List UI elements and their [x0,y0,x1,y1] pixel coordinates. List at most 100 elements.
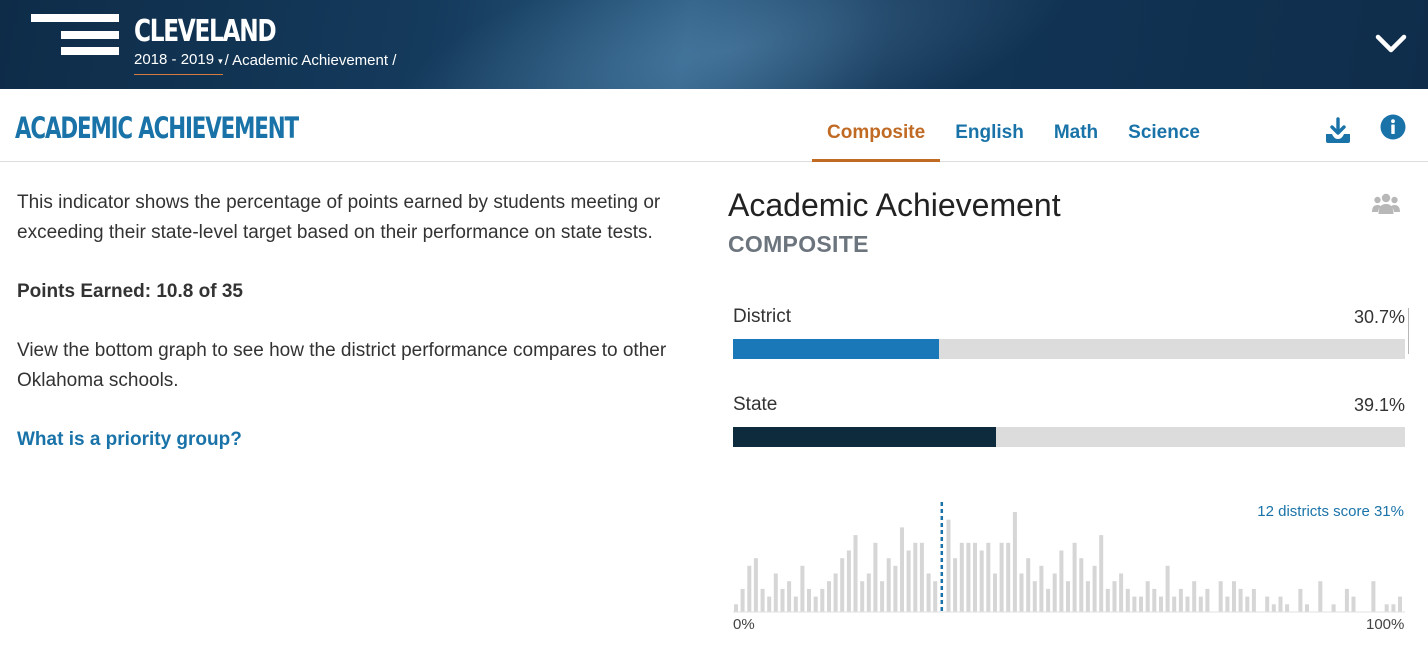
histogram-bar [813,596,818,612]
histogram-bar [919,542,924,612]
state-label: State [733,394,778,415]
histogram-bar [1265,596,1270,612]
year-selector[interactable]: 2018 - 2019 ▾ [134,51,223,75]
histogram-bar [760,588,765,612]
scrollbar-line [1408,308,1409,354]
histogram-bar [1384,604,1389,612]
histogram-bar [860,581,865,612]
histogram-bar [1225,596,1230,612]
histogram-bar [1139,596,1143,612]
histogram-bar [1344,588,1349,612]
histogram-bar [820,588,825,612]
histogram-bar [1052,573,1057,612]
histogram-bar [1178,588,1183,612]
histogram-bar [1026,558,1031,612]
histogram-bar [1331,604,1336,612]
histogram-bar [1066,581,1070,612]
tab-science[interactable]: Science [1113,89,1215,162]
histogram-bar [1232,581,1236,612]
histogram-bar [1398,596,1402,612]
page-title: ACADEMIC ACHIEVEMENT [15,111,299,145]
histogram-bar [740,588,745,612]
histogram-bar [1019,573,1024,612]
histogram-bar [1105,588,1110,612]
histogram-bar [1172,596,1177,612]
histogram-bar [953,558,958,612]
histogram-bar [1371,581,1376,612]
histogram-bar [1132,596,1137,612]
histogram-bar [1271,604,1276,612]
histogram-bar [1046,588,1051,612]
indicator-description: This indicator shows the percentage of p… [17,188,707,484]
histogram-bar [946,519,951,612]
breadcrumb: 2018 - 2019 ▾ / Academic Achievement / [134,51,396,75]
district-bar-track [733,339,1405,359]
histogram-bar [979,550,984,612]
breadcrumb-path[interactable]: / Academic Achievement / [225,52,397,75]
histogram-bar [1305,604,1309,612]
hamburger-logo-icon[interactable] [31,14,121,56]
axis-label-min: 0% [733,616,755,633]
state-bar-fill [733,427,996,447]
description-intro: This indicator shows the percentage of p… [17,192,661,243]
histogram-bar [900,527,904,612]
axis-label-max: 100% [1366,616,1405,633]
histogram-bar [873,542,878,612]
histogram-bar [1218,581,1223,612]
histogram-bar [986,542,991,612]
histogram-bar [1198,596,1203,612]
histogram-bar [1039,565,1044,612]
chevron-down-icon[interactable] [1374,32,1408,56]
district-value: 30.7% [1353,307,1405,327]
histogram-bar [1006,542,1011,612]
histogram-bar [773,573,778,612]
histogram-bar [1245,596,1250,612]
histogram-bar [853,535,858,612]
histogram-bar [906,550,911,612]
histogram-bar [1032,581,1037,612]
district-name: CLEVELAND [134,14,277,49]
histogram-bar [1012,512,1017,612]
histogram-bar [1318,581,1323,612]
histogram-bar [993,573,997,612]
histogram-bar [1391,604,1396,612]
tab-math[interactable]: Math [1039,89,1113,162]
histogram-bar [933,581,938,612]
histogram-bar [880,581,885,612]
indicator-tabs: Composite English Math Science [812,89,1215,162]
histogram-bar [1285,604,1290,612]
tab-composite[interactable]: Composite [812,89,941,162]
histogram-bar [1125,588,1130,612]
histogram-bar [753,558,758,612]
state-value: 39.1% [1353,395,1405,415]
histogram-bar [780,588,785,612]
histogram-bar [1185,596,1190,612]
histogram-bar [1165,565,1170,612]
tab-english[interactable]: English [940,89,1039,162]
histogram-bar [840,558,845,612]
users-icon[interactable] [1372,192,1400,216]
histogram-bar [734,604,738,612]
histogram-bar [866,573,871,612]
histogram-bar [1119,573,1124,612]
download-icon[interactable] [1324,117,1352,145]
histogram-bar [913,542,918,612]
histogram-bar [793,596,798,612]
histogram-bar [827,581,831,612]
histogram-bar [886,558,891,612]
info-icon[interactable] [1380,114,1406,140]
card-title: Academic Achievement [728,187,1061,223]
histogram-bar [1298,588,1303,612]
caret-down-icon: ▾ [218,56,223,66]
year-label: 2018 - 2019 [134,51,215,68]
histogram-bar [1152,588,1157,612]
histogram-bar [1072,542,1077,612]
histogram-bar [959,542,964,612]
histogram-bar [1145,581,1150,612]
compare-text: View the bottom graph to see how the dis… [17,340,667,391]
histogram-bar [1251,588,1256,612]
priority-group-link[interactable]: What is a priority group? [17,425,707,455]
district-bar-fill [733,339,940,359]
histogram-bar [966,542,971,612]
histogram-bar [1112,581,1117,612]
